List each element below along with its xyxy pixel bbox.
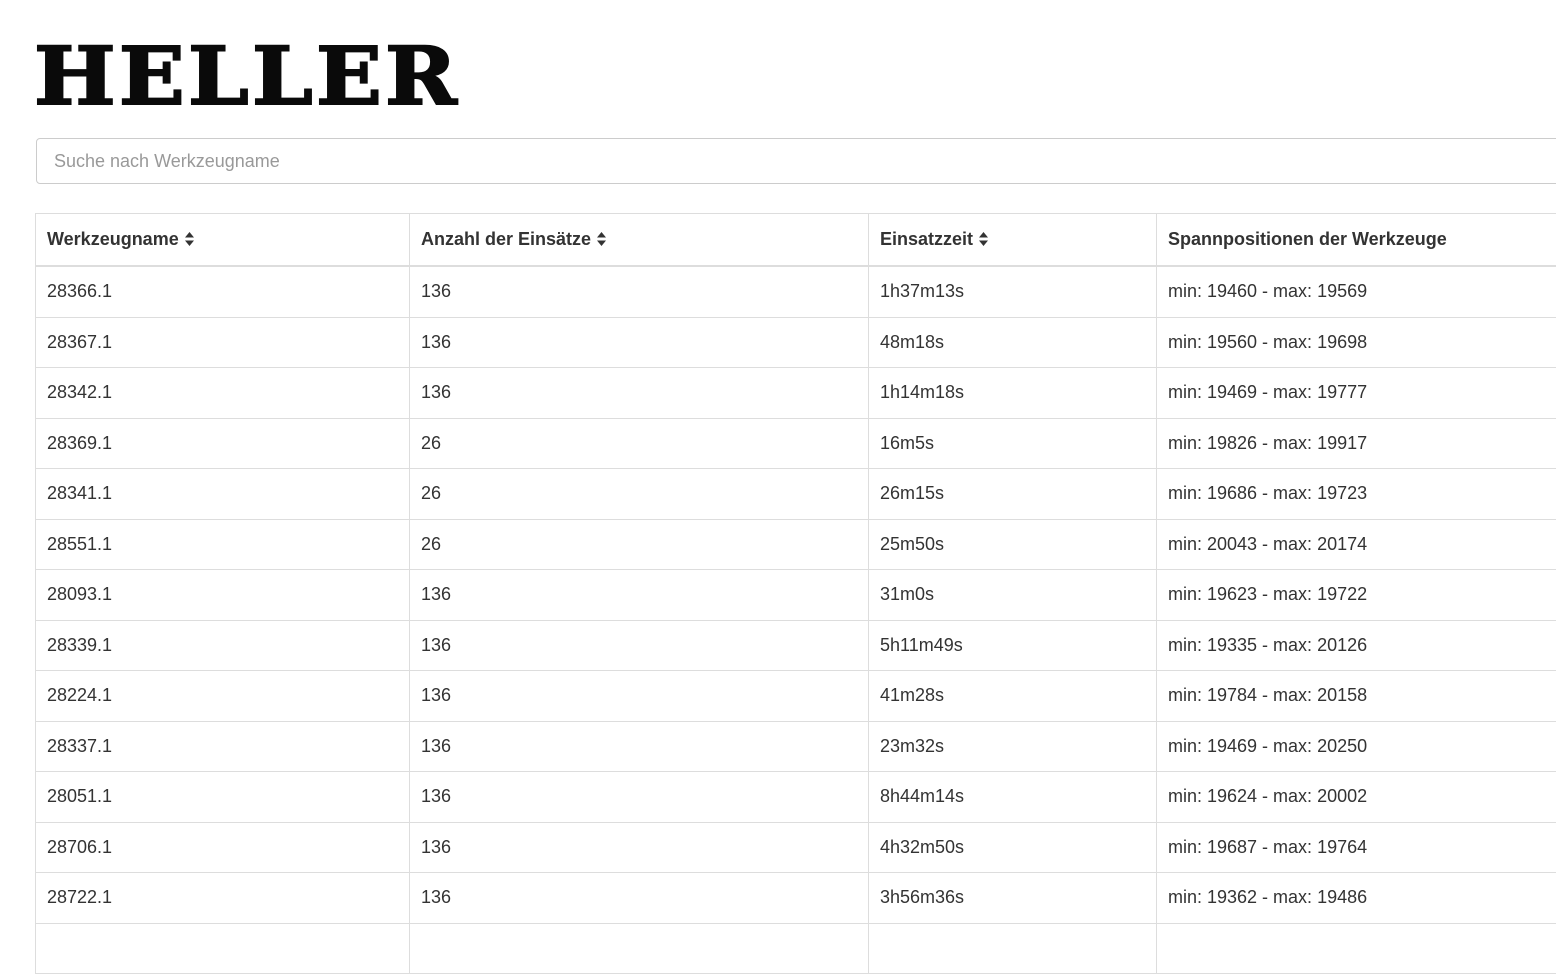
cell-einsatzzeit: 48m18s [869,317,1157,368]
sort-icon[interactable] [184,231,195,247]
cell-werkzeugname: 28706.1 [36,822,410,873]
sort-icon[interactable] [978,231,989,247]
cell-anzahl: 26 [410,469,869,520]
cell-werkzeugname: 28051.1 [36,772,410,823]
cell-werkzeugname: 28093.1 [36,570,410,621]
cell-anzahl: 136 [410,873,869,924]
cell-anzahl: 136 [410,671,869,722]
table-row: 28722.11363h56m36smin: 19362 - max: 1948… [36,873,1556,924]
cell-spannpositionen: min: 19460 - max: 19569 [1157,266,1556,317]
table-row: 28337.113623m32smin: 19469 - max: 20250 [36,721,1556,772]
cell-einsatzzeit: 25m50s [869,519,1157,570]
cell-spannpositionen: min: 19826 - max: 19917 [1157,418,1556,469]
cell-werkzeugname: 28224.1 [36,671,410,722]
cell-anzahl: 136 [410,266,869,317]
cell-anzahl: 136 [410,317,869,368]
cell-anzahl: 136 [410,721,869,772]
column-header-einsatzzeit[interactable]: Einsatzzeit [869,214,1157,267]
cell-spannpositionen: min: 20043 - max: 20174 [1157,519,1556,570]
cell-einsatzzeit: 3h56m36s [869,873,1157,924]
cell-spannpositionen: min: 19784 - max: 20158 [1157,671,1556,722]
cell-spannpositionen [1157,923,1556,974]
table-header-row: Werkzeugname Anzahl der Einsätze Einsatz… [36,214,1556,267]
cell-einsatzzeit: 8h44m14s [869,772,1157,823]
table-row: 28051.11368h44m14smin: 19624 - max: 2000… [36,772,1556,823]
cell-anzahl: 136 [410,772,869,823]
table-row: 28369.12616m5smin: 19826 - max: 19917 [36,418,1556,469]
tool-table: Werkzeugname Anzahl der Einsätze Einsatz… [35,213,1556,974]
column-header-werkzeugname[interactable]: Werkzeugname [36,214,410,267]
cell-spannpositionen: min: 19687 - max: 19764 [1157,822,1556,873]
table-row: 28706.11364h32m50smin: 19687 - max: 1976… [36,822,1556,873]
cell-spannpositionen: min: 19623 - max: 19722 [1157,570,1556,621]
cell-einsatzzeit: 4h32m50s [869,822,1157,873]
column-header-label: Einsatzzeit [880,229,973,249]
cell-werkzeugname: 28341.1 [36,469,410,520]
table-row: 28366.11361h37m13smin: 19460 - max: 1956… [36,266,1556,317]
cell-einsatzzeit [869,923,1157,974]
table-row: 28341.12626m15smin: 19686 - max: 19723 [36,469,1556,520]
cell-einsatzzeit: 31m0s [869,570,1157,621]
cell-spannpositionen: min: 19469 - max: 20250 [1157,721,1556,772]
table-row: 28093.113631m0smin: 19623 - max: 19722 [36,570,1556,621]
column-header-label: Spannpositionen der Werkzeuge [1168,229,1447,249]
table-row: 28224.113641m28smin: 19784 - max: 20158 [36,671,1556,722]
cell-spannpositionen: min: 19362 - max: 19486 [1157,873,1556,924]
cell-werkzeugname: 28369.1 [36,418,410,469]
table-row: 28551.12625m50smin: 20043 - max: 20174 [36,519,1556,570]
cell-werkzeugname: 28722.1 [36,873,410,924]
cell-anzahl: 136 [410,570,869,621]
column-header-anzahl[interactable]: Anzahl der Einsätze [410,214,869,267]
cell-einsatzzeit: 1h37m13s [869,266,1157,317]
column-header-label: Werkzeugname [47,229,179,249]
cell-einsatzzeit: 1h14m18s [869,368,1157,419]
column-header-spannpositionen: Spannpositionen der Werkzeuge [1157,214,1556,267]
cell-spannpositionen: min: 19624 - max: 20002 [1157,772,1556,823]
cell-spannpositionen: min: 19469 - max: 19777 [1157,368,1556,419]
tool-table-container: Werkzeugname Anzahl der Einsätze Einsatz… [35,213,1556,974]
cell-werkzeugname [36,923,410,974]
cell-einsatzzeit: 16m5s [869,418,1157,469]
cell-werkzeugname: 28337.1 [36,721,410,772]
cell-spannpositionen: min: 19686 - max: 19723 [1157,469,1556,520]
table-body: 28366.11361h37m13smin: 19460 - max: 1956… [36,266,1556,974]
heller-logo: HELLER [34,34,460,118]
tool-search-input[interactable] [36,138,1556,184]
column-header-label: Anzahl der Einsätze [421,229,591,249]
cell-anzahl: 136 [410,368,869,419]
cell-einsatzzeit: 5h11m49s [869,620,1157,671]
cell-anzahl: 136 [410,822,869,873]
cell-anzahl: 26 [410,418,869,469]
cell-anzahl: 26 [410,519,869,570]
cell-werkzeugname: 28342.1 [36,368,410,419]
cell-werkzeugname: 28339.1 [36,620,410,671]
cell-werkzeugname: 28367.1 [36,317,410,368]
cell-einsatzzeit: 26m15s [869,469,1157,520]
table-row: 28367.113648m18smin: 19560 - max: 19698 [36,317,1556,368]
cell-spannpositionen: min: 19335 - max: 20126 [1157,620,1556,671]
cell-spannpositionen: min: 19560 - max: 19698 [1157,317,1556,368]
table-row [36,923,1556,974]
cell-werkzeugname: 28551.1 [36,519,410,570]
table-row: 28342.11361h14m18smin: 19469 - max: 1977… [36,368,1556,419]
table-row: 28339.11365h11m49smin: 19335 - max: 2012… [36,620,1556,671]
sort-icon[interactable] [596,231,607,247]
cell-anzahl [410,923,869,974]
cell-anzahl: 136 [410,620,869,671]
cell-einsatzzeit: 41m28s [869,671,1157,722]
cell-einsatzzeit: 23m32s [869,721,1157,772]
cell-werkzeugname: 28366.1 [36,266,410,317]
